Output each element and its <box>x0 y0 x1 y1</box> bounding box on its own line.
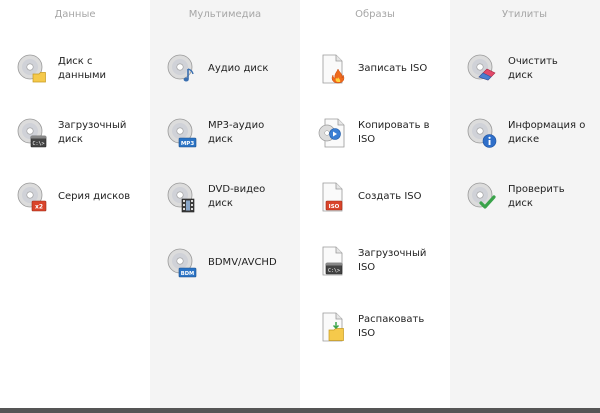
erase-disc-icon <box>467 54 496 81</box>
create-iso-label: Создать ISO <box>358 191 422 202</box>
bdmv-disc-button[interactable]: BDM BDMV/AVCHD <box>166 247 303 279</box>
dvd-video-disc-label: DVD-видео диск <box>208 184 266 209</box>
data-disc-label: Диск с данными <box>58 56 107 81</box>
iso-badge-text: ISO <box>329 204 340 210</box>
disc-series-icon: x2 <box>17 182 47 212</box>
verify-disc-label: Проверить диск <box>508 184 565 209</box>
disc-info-label: Информация о диске <box>508 120 586 145</box>
column-header-images: Образы <box>355 9 395 20</box>
burn-iso-button[interactable]: Записать ISO <box>316 53 453 85</box>
mp3-disc-label: MP3-аудио диск <box>208 120 265 145</box>
copy-to-iso-icon <box>318 118 345 148</box>
verify-disc-button[interactable]: Проверить диск <box>466 181 600 213</box>
audio-disc-button[interactable]: Аудио диск <box>166 53 303 85</box>
bdmv-disc-icon: BDM <box>167 248 197 278</box>
column-utilities: Утилиты Очистить диск Информация о диске <box>450 0 600 408</box>
erase-disc-button[interactable]: Очистить диск <box>466 53 600 85</box>
create-iso-button[interactable]: ISO Создать ISO <box>316 181 453 213</box>
extract-iso-icon <box>322 312 344 342</box>
bdm-badge-text: BDM <box>181 271 194 277</box>
extract-iso-button[interactable]: Распаковать ISO <box>316 311 453 343</box>
column-multimedia: Мультимедиа Аудио диск MP3 MP3-аудио дис… <box>150 0 300 408</box>
column-header-utilities: Утилиты <box>501 9 548 20</box>
data-disc-icon <box>17 54 46 83</box>
boot-disc-label: Загрузочный диск <box>58 120 127 145</box>
boot-iso-label: Загрузочный ISO <box>358 248 427 273</box>
audio-disc-icon <box>167 54 194 82</box>
copy-to-iso-button[interactable]: Копировать в ISO <box>316 117 453 149</box>
boot-iso-button[interactable]: C:\> Загрузочный ISO <box>316 245 453 277</box>
mp3-disc-button[interactable]: MP3 MP3-аудио диск <box>166 117 303 149</box>
create-iso-icon: ISO <box>322 182 343 212</box>
svg-text:x2: x2 <box>35 204 43 211</box>
disc-series-label: Серия дисков <box>58 191 131 202</box>
copy-to-iso-label: Копировать в ISO <box>358 120 430 145</box>
bottom-border <box>0 408 600 413</box>
burn-iso-label: Записать ISO <box>358 63 428 74</box>
column-images: Образы Записать ISO Копировать в ISO ISO… <box>300 0 450 408</box>
svg-text:C:\>: C:\> <box>32 141 44 147</box>
dvd-video-disc-icon <box>167 182 195 213</box>
launcher-grid: Данные Диск с данными C:\> Загрузочный д… <box>0 0 600 408</box>
extract-iso-label: Распаковать ISO <box>358 314 425 339</box>
dvd-video-disc-button[interactable]: DVD-видео диск <box>166 181 303 213</box>
bdmv-disc-label: BDMV/AVCHD <box>208 257 277 268</box>
verify-disc-icon <box>467 182 496 209</box>
svg-text:C:\>: C:\> <box>328 268 340 274</box>
boot-disc-button[interactable]: C:\> Загрузочный диск <box>16 117 153 149</box>
column-header-multimedia: Мультимедиа <box>188 9 262 20</box>
column-data: Данные Диск с данными C:\> Загрузочный д… <box>0 0 150 408</box>
boot-disc-icon: C:\> <box>17 118 47 148</box>
data-disc-button[interactable]: Диск с данными <box>16 53 153 85</box>
audio-disc-label: Аудио диск <box>208 63 269 74</box>
mp3-disc-icon: MP3 <box>167 118 197 148</box>
column-header-data: Данные <box>54 9 96 20</box>
disc-info-button[interactable]: Информация о диске <box>466 117 600 149</box>
disc-info-icon <box>467 118 497 148</box>
burn-iso-icon <box>322 54 345 84</box>
disc-series-button[interactable]: x2 Серия дисков <box>16 181 153 213</box>
mp3-badge-text: MP3 <box>181 141 195 147</box>
boot-iso-icon: C:\> <box>322 246 343 276</box>
erase-disc-label: Очистить диск <box>508 56 558 81</box>
